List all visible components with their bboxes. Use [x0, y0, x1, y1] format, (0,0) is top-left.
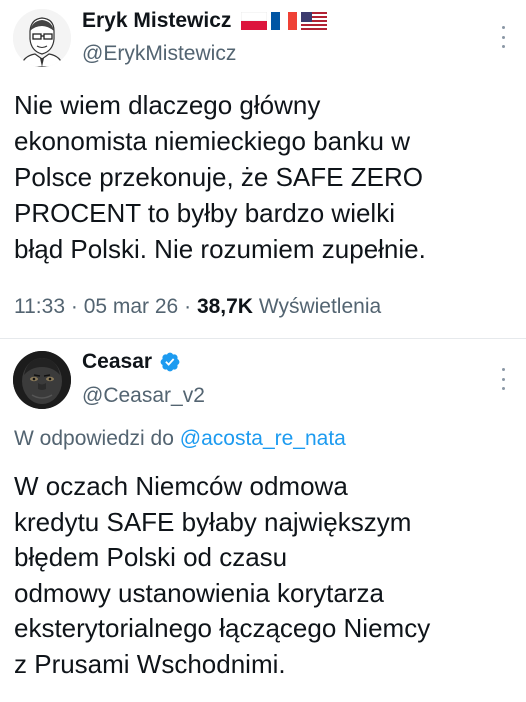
- poland-flag-icon: [241, 12, 268, 30]
- tweet-text: W oczach Niemców odmowa kredytu SAFE był…: [14, 471, 431, 679]
- views-count[interactable]: 38,7K: [197, 295, 253, 318]
- tweet-date[interactable]: 05 mar 26: [84, 295, 179, 318]
- reply-context: W odpowiedzi do @acosta_re_nata: [14, 427, 346, 451]
- tweet-time[interactable]: 11:33: [14, 295, 65, 318]
- reply-handle-link[interactable]: @acosta_re_nata: [180, 427, 346, 450]
- tweet-divider: [0, 338, 526, 339]
- author-handle[interactable]: @ErykMistewicz: [82, 42, 236, 66]
- tweet-meta: 11:33 · 05 mar 26 · 38,7K Wyświetlenia: [14, 295, 381, 319]
- verified-badge-icon: [160, 352, 180, 372]
- tweet-text: Nie wiem dlaczego główny ekonomista niem…: [14, 90, 426, 264]
- usa-flag-icon: [301, 12, 328, 30]
- author-name[interactable]: Ceasar: [82, 350, 181, 374]
- reply-prefix: W odpowiedzi do: [14, 427, 174, 450]
- more-vertical-icon[interactable]: [500, 26, 506, 48]
- views-label[interactable]: Wyświetlenia: [259, 295, 381, 318]
- author-handle[interactable]: @Ceasar_v2: [82, 384, 205, 408]
- tweet-eryk[interactable]: Eryk Mistewicz @ErykMistewicz Nie wiem d…: [0, 0, 526, 338]
- tweet-ceasar[interactable]: Ceasar @Ceasar_v2 W odpowiedzi do @acost…: [0, 340, 526, 702]
- meta-separator: ·: [70, 295, 78, 318]
- author-name-text[interactable]: Ceasar: [82, 350, 152, 374]
- meta-separator: ·: [184, 295, 192, 318]
- author-name-text[interactable]: Eryk Mistewicz: [82, 9, 231, 33]
- author-name[interactable]: Eryk Mistewicz: [82, 9, 328, 33]
- avatar-ceasar[interactable]: [13, 351, 71, 409]
- france-flag-icon: [271, 12, 298, 30]
- avatar-eryk[interactable]: [13, 9, 71, 67]
- more-vertical-icon[interactable]: [500, 368, 506, 390]
